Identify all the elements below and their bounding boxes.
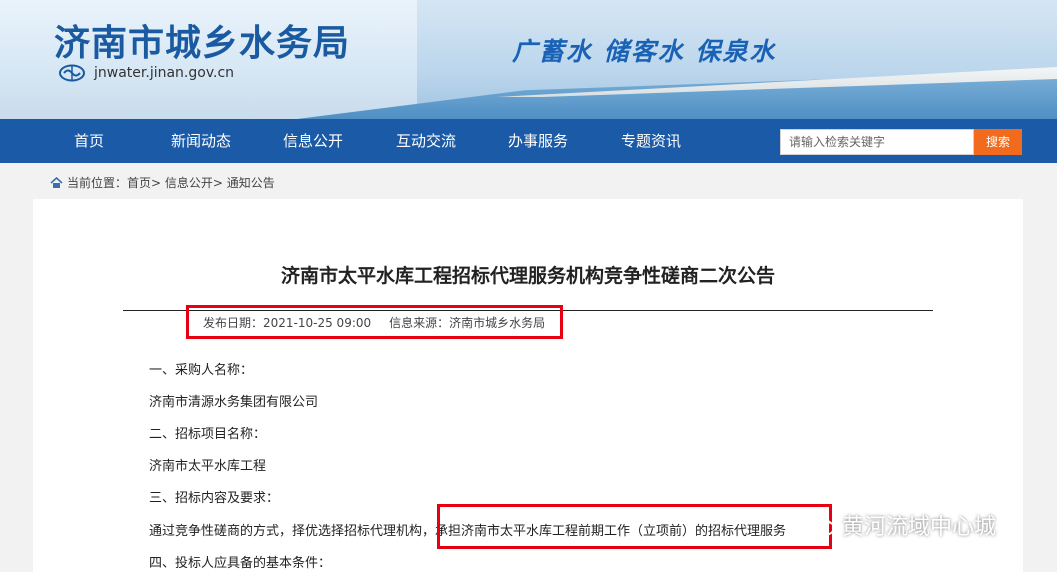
watermark-text: 黄河流域中心城: [842, 515, 997, 540]
watermark: 黄河流域中心城: [808, 509, 996, 541]
paragraph: 三、招标内容及要求：: [149, 491, 280, 506]
nav-item-services[interactable]: 办事服务: [483, 119, 593, 163]
search-input[interactable]: 请输入检索关键字: [780, 129, 974, 155]
breadcrumb: 当前位置：首页> 信息公开> 通知公告: [50, 174, 275, 191]
nav-item-home[interactable]: 首页: [34, 119, 144, 163]
highlight-box-meta: [186, 305, 563, 339]
nav-item-info-public[interactable]: 信息公开: [258, 119, 368, 163]
paragraph: 四、投标人应具备的基本条件：: [149, 556, 332, 571]
site-logo-icon: [59, 64, 85, 82]
nav-item-news[interactable]: 新闻动态: [146, 119, 256, 163]
nav-item-topics[interactable]: 专题资讯: [596, 119, 706, 163]
paragraph: 济南市清源水务集团有限公司: [149, 395, 319, 410]
header-banner: 济南市城乡水务局 jnwater.jinan.gov.cn 广蓄水 储客水 保泉…: [0, 0, 1057, 119]
search-button[interactable]: 搜索: [974, 129, 1022, 155]
nav-item-interaction[interactable]: 互动交流: [371, 119, 481, 163]
highlight-box-content: [437, 504, 832, 549]
home-icon: [50, 176, 63, 188]
paragraph: 二、招标项目名称：: [149, 427, 267, 442]
article-title: 济南市太平水库工程招标代理服务机构竞争性磋商二次公告: [280, 265, 775, 287]
paragraph: 一、采购人名称：: [149, 363, 254, 378]
wechat-icon: [808, 513, 835, 536]
breadcrumb-text[interactable]: 当前位置：首页> 信息公开> 通知公告: [67, 174, 275, 191]
site-title[interactable]: 济南市城乡水务局: [54, 14, 350, 66]
main-nav: 首页 新闻动态 信息公开 互动交流 办事服务 专题资讯 请输入检索关键字 搜索: [0, 119, 1057, 163]
site-domain: jnwater.jinan.gov.cn: [94, 65, 235, 81]
slogan: 广蓄水 储客水 保泉水: [512, 37, 777, 66]
paragraph: 济南市太平水库工程: [149, 459, 267, 474]
